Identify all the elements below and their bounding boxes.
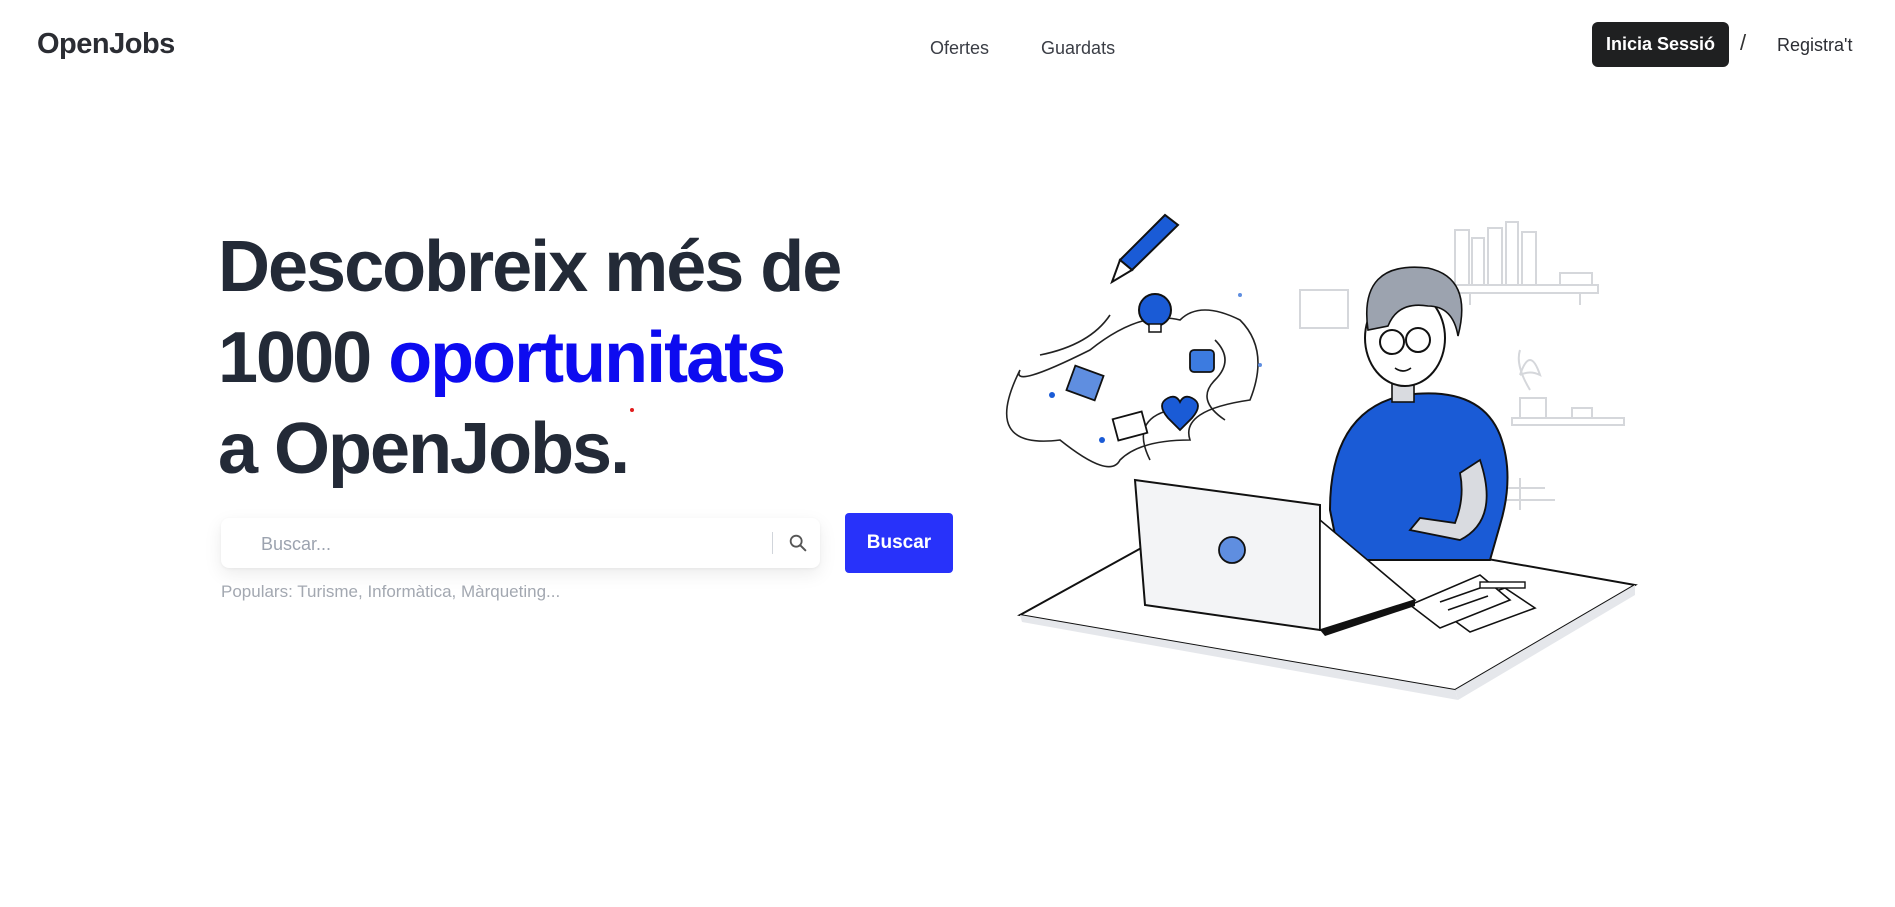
nav-link-guardats[interactable]: Guardats: [1041, 38, 1115, 59]
hero-title-line2-prefix: 1000: [218, 318, 389, 398]
hero-illustration: [1005, 213, 1638, 700]
register-link[interactable]: Registra't: [1777, 35, 1852, 56]
login-button[interactable]: Inicia Sessió: [1592, 22, 1729, 67]
hero-title-line3: a OpenJobs.: [218, 409, 630, 489]
ideas-doodle: [1005, 309, 1259, 468]
pen-icon: [1479, 581, 1526, 589]
site-logo[interactable]: OpenJobs: [37, 28, 175, 61]
money-icon: [1111, 410, 1149, 442]
person-illustration: [1328, 266, 1509, 561]
auth-separator: /: [1740, 30, 1747, 55]
nav-link-ofertes[interactable]: Ofertes: [930, 38, 989, 59]
note-icon: [1065, 364, 1105, 402]
heart-icon: [1161, 395, 1199, 432]
hero-title: Descobreix més de 1000 oportunitats a Op…: [218, 222, 938, 495]
popular-searches: Populars: Turisme, Informàtica, Màrqueti…: [221, 582, 561, 601]
search-input[interactable]: [259, 518, 763, 570]
lightbulb-icon: [1138, 293, 1172, 333]
search-icon[interactable]: [787, 532, 809, 554]
bookshelf-icon: [1447, 221, 1599, 305]
frame-icon: [1299, 289, 1349, 329]
plant-shelf-icon: [1500, 349, 1625, 510]
hero-title-accent: oportunitats: [388, 318, 786, 398]
hero-title-line1: Descobreix més de: [218, 227, 842, 307]
pencil-icon: [1110, 213, 1180, 285]
thumbs-up-icon: [1189, 349, 1215, 373]
search-box: [221, 518, 820, 570]
cursor-dot: [630, 408, 634, 412]
site-header: OpenJobs Ofertes Guardats Inicia Sessió …: [0, 0, 1895, 100]
search-divider: [772, 532, 773, 554]
search-button[interactable]: Buscar: [845, 513, 953, 573]
main-nav: Ofertes Guardats: [930, 38, 1115, 59]
